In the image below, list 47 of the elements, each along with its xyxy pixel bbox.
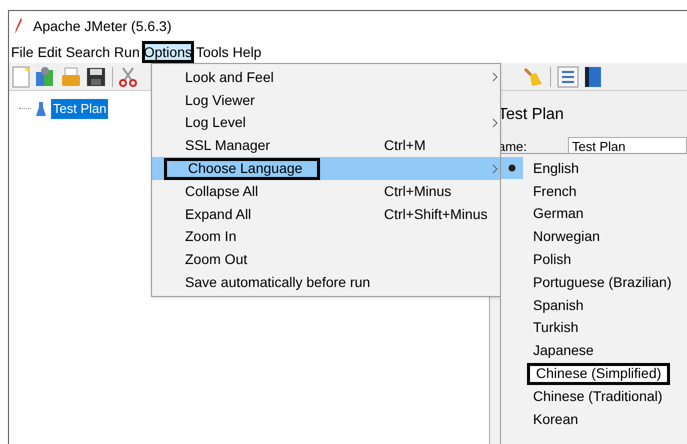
language-option[interactable]: French [501,180,687,203]
menu-item[interactable]: Options [142,41,194,63]
menu-option[interactable]: SSL Manager Ctrl+M [152,134,500,158]
menu-item[interactable]: Search [64,41,112,63]
menu-option[interactable]: Expand All Ctrl+Shift+Minus [152,202,500,226]
language-option[interactable]: Norwegian [501,225,687,248]
language-option[interactable]: Korean [501,408,687,431]
shortcut-label: Ctrl+M [384,136,426,156]
language-option[interactable]: Turkish [501,316,687,340]
panel-title: Test Plan [498,105,565,125]
language-option[interactable]: Portuguese (Brazilian) [501,270,687,294]
menu-option[interactable]: Look and Feel [152,66,500,89]
chevron-right-icon [492,118,498,128]
list-icon[interactable] [557,66,579,88]
menu-item[interactable]: File [9,41,36,63]
menu-option[interactable]: Zoom In [152,226,500,248]
language-option[interactable]: German [501,202,687,226]
menu-item[interactable]: Run [112,41,142,63]
language-option[interactable]: Chinese (Traditional) [501,384,687,408]
books-icon[interactable] [34,66,56,88]
scissors-icon[interactable] [119,66,137,88]
menu-option[interactable]: Choose Language [152,157,500,180]
menu-item[interactable]: Tools [194,41,231,63]
flask-icon [35,100,47,117]
language-option[interactable]: English [501,157,687,180]
menu-option[interactable]: Log Viewer [152,88,500,112]
menu-option[interactable]: Zoom Out [152,248,500,272]
shortcut-label: Ctrl+Shift+Minus [384,204,488,224]
chevron-right-icon [492,72,498,82]
window-title: Apache JMeter (5.6.3) [33,16,172,36]
save-icon[interactable] [86,66,106,88]
shortcut-label: Ctrl+Minus [384,182,452,201]
menu-option[interactable]: Log Level [152,112,500,134]
feather-icon [13,17,23,35]
language-option[interactable]: Spanish [501,294,687,317]
broom-icon[interactable] [522,66,544,88]
tree-item[interactable]: Test Plan [51,99,108,118]
bullet-icon [508,164,516,172]
new-file-icon[interactable] [12,66,30,88]
help-icon[interactable] [583,66,603,88]
menu-item[interactable]: Help [230,41,264,63]
language-option[interactable]: Japanese [501,339,687,362]
menu-option[interactable]: Save automatically before run [152,271,500,294]
chevron-right-icon [492,164,498,174]
language-option[interactable]: Polish [501,248,687,271]
menu-option[interactable]: Collapse All Ctrl+Minus [152,180,500,203]
menu-item[interactable]: Edit [36,41,64,63]
